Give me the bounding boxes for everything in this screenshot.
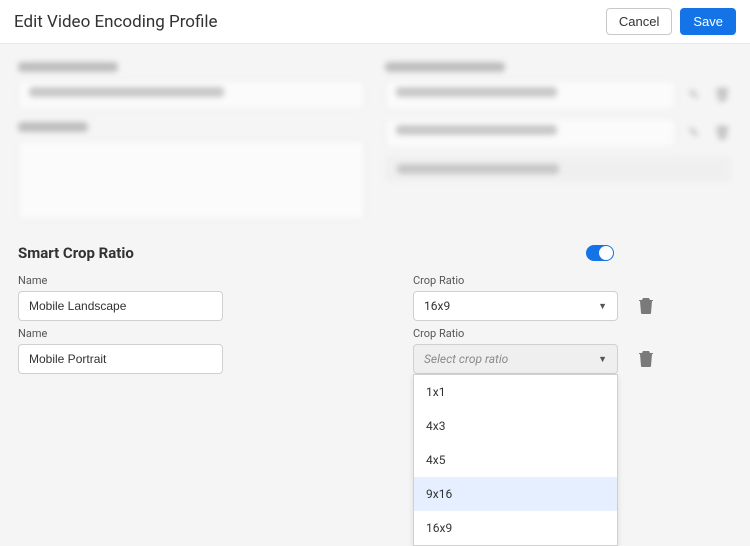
crop-name-col: Name xyxy=(18,327,223,374)
ratio-option-9x16[interactable]: 9x16 xyxy=(414,477,617,511)
save-button[interactable]: Save xyxy=(680,8,736,35)
trash-icon xyxy=(638,296,654,314)
crop-name-input[interactable] xyxy=(18,344,223,374)
crop-ratio-row: Name Crop Ratio Select crop ratio ▼ 1x1 … xyxy=(18,327,732,374)
content-area: ✎ 🗑 ✎ 🗑 Smart Crop Ratio Name Crop Ratio xyxy=(0,44,750,398)
ratio-option-4x5[interactable]: 4x5 xyxy=(414,443,617,477)
smart-crop-toggle[interactable] xyxy=(586,245,614,261)
ratio-option-16x9[interactable]: 16x9 xyxy=(414,511,617,545)
page-header: Edit Video Encoding Profile Cancel Save xyxy=(0,0,750,44)
cancel-button[interactable]: Cancel xyxy=(606,8,672,35)
page-title: Edit Video Encoding Profile xyxy=(14,12,218,32)
crop-ratio-row: Name Crop Ratio 16x9 ▼ xyxy=(18,274,732,321)
crop-ratio-value: 16x9 xyxy=(424,299,450,313)
crop-ratio-dropdown: 1x1 4x3 4x5 9x16 16x9 xyxy=(413,374,618,546)
chevron-down-icon: ▼ xyxy=(598,301,607,312)
crop-ratio-select-wrap: Select crop ratio ▼ 1x1 4x3 4x5 9x16 16x… xyxy=(413,344,618,374)
header-actions: Cancel Save xyxy=(606,8,736,35)
delete-row-button[interactable] xyxy=(638,349,656,369)
ratio-option-4x3[interactable]: 4x3 xyxy=(414,409,617,443)
crop-ratio-col: Crop Ratio Select crop ratio ▼ 1x1 4x3 4… xyxy=(413,327,618,374)
crop-name-label: Name xyxy=(18,274,223,287)
delete-row-button[interactable] xyxy=(638,296,656,316)
crop-ratio-select[interactable]: 16x9 ▼ xyxy=(413,291,618,321)
crop-ratio-placeholder: Select crop ratio xyxy=(424,352,508,366)
crop-name-col: Name xyxy=(18,274,223,321)
ratio-option-1x1[interactable]: 1x1 xyxy=(414,375,617,409)
smart-crop-section-header: Smart Crop Ratio xyxy=(18,244,732,262)
crop-ratio-col: Crop Ratio 16x9 ▼ xyxy=(413,274,618,321)
profile-base-settings-blurred: ✎ 🗑 ✎ 🗑 xyxy=(18,62,732,244)
crop-name-label: Name xyxy=(18,327,223,340)
crop-ratio-label: Crop Ratio xyxy=(413,274,618,287)
smart-crop-title: Smart Crop Ratio xyxy=(18,244,134,262)
crop-name-input[interactable] xyxy=(18,291,223,321)
crop-ratio-select[interactable]: Select crop ratio ▼ xyxy=(413,344,618,374)
trash-icon xyxy=(638,349,654,367)
chevron-down-icon: ▼ xyxy=(598,354,607,365)
crop-ratio-label: Crop Ratio xyxy=(413,327,618,340)
